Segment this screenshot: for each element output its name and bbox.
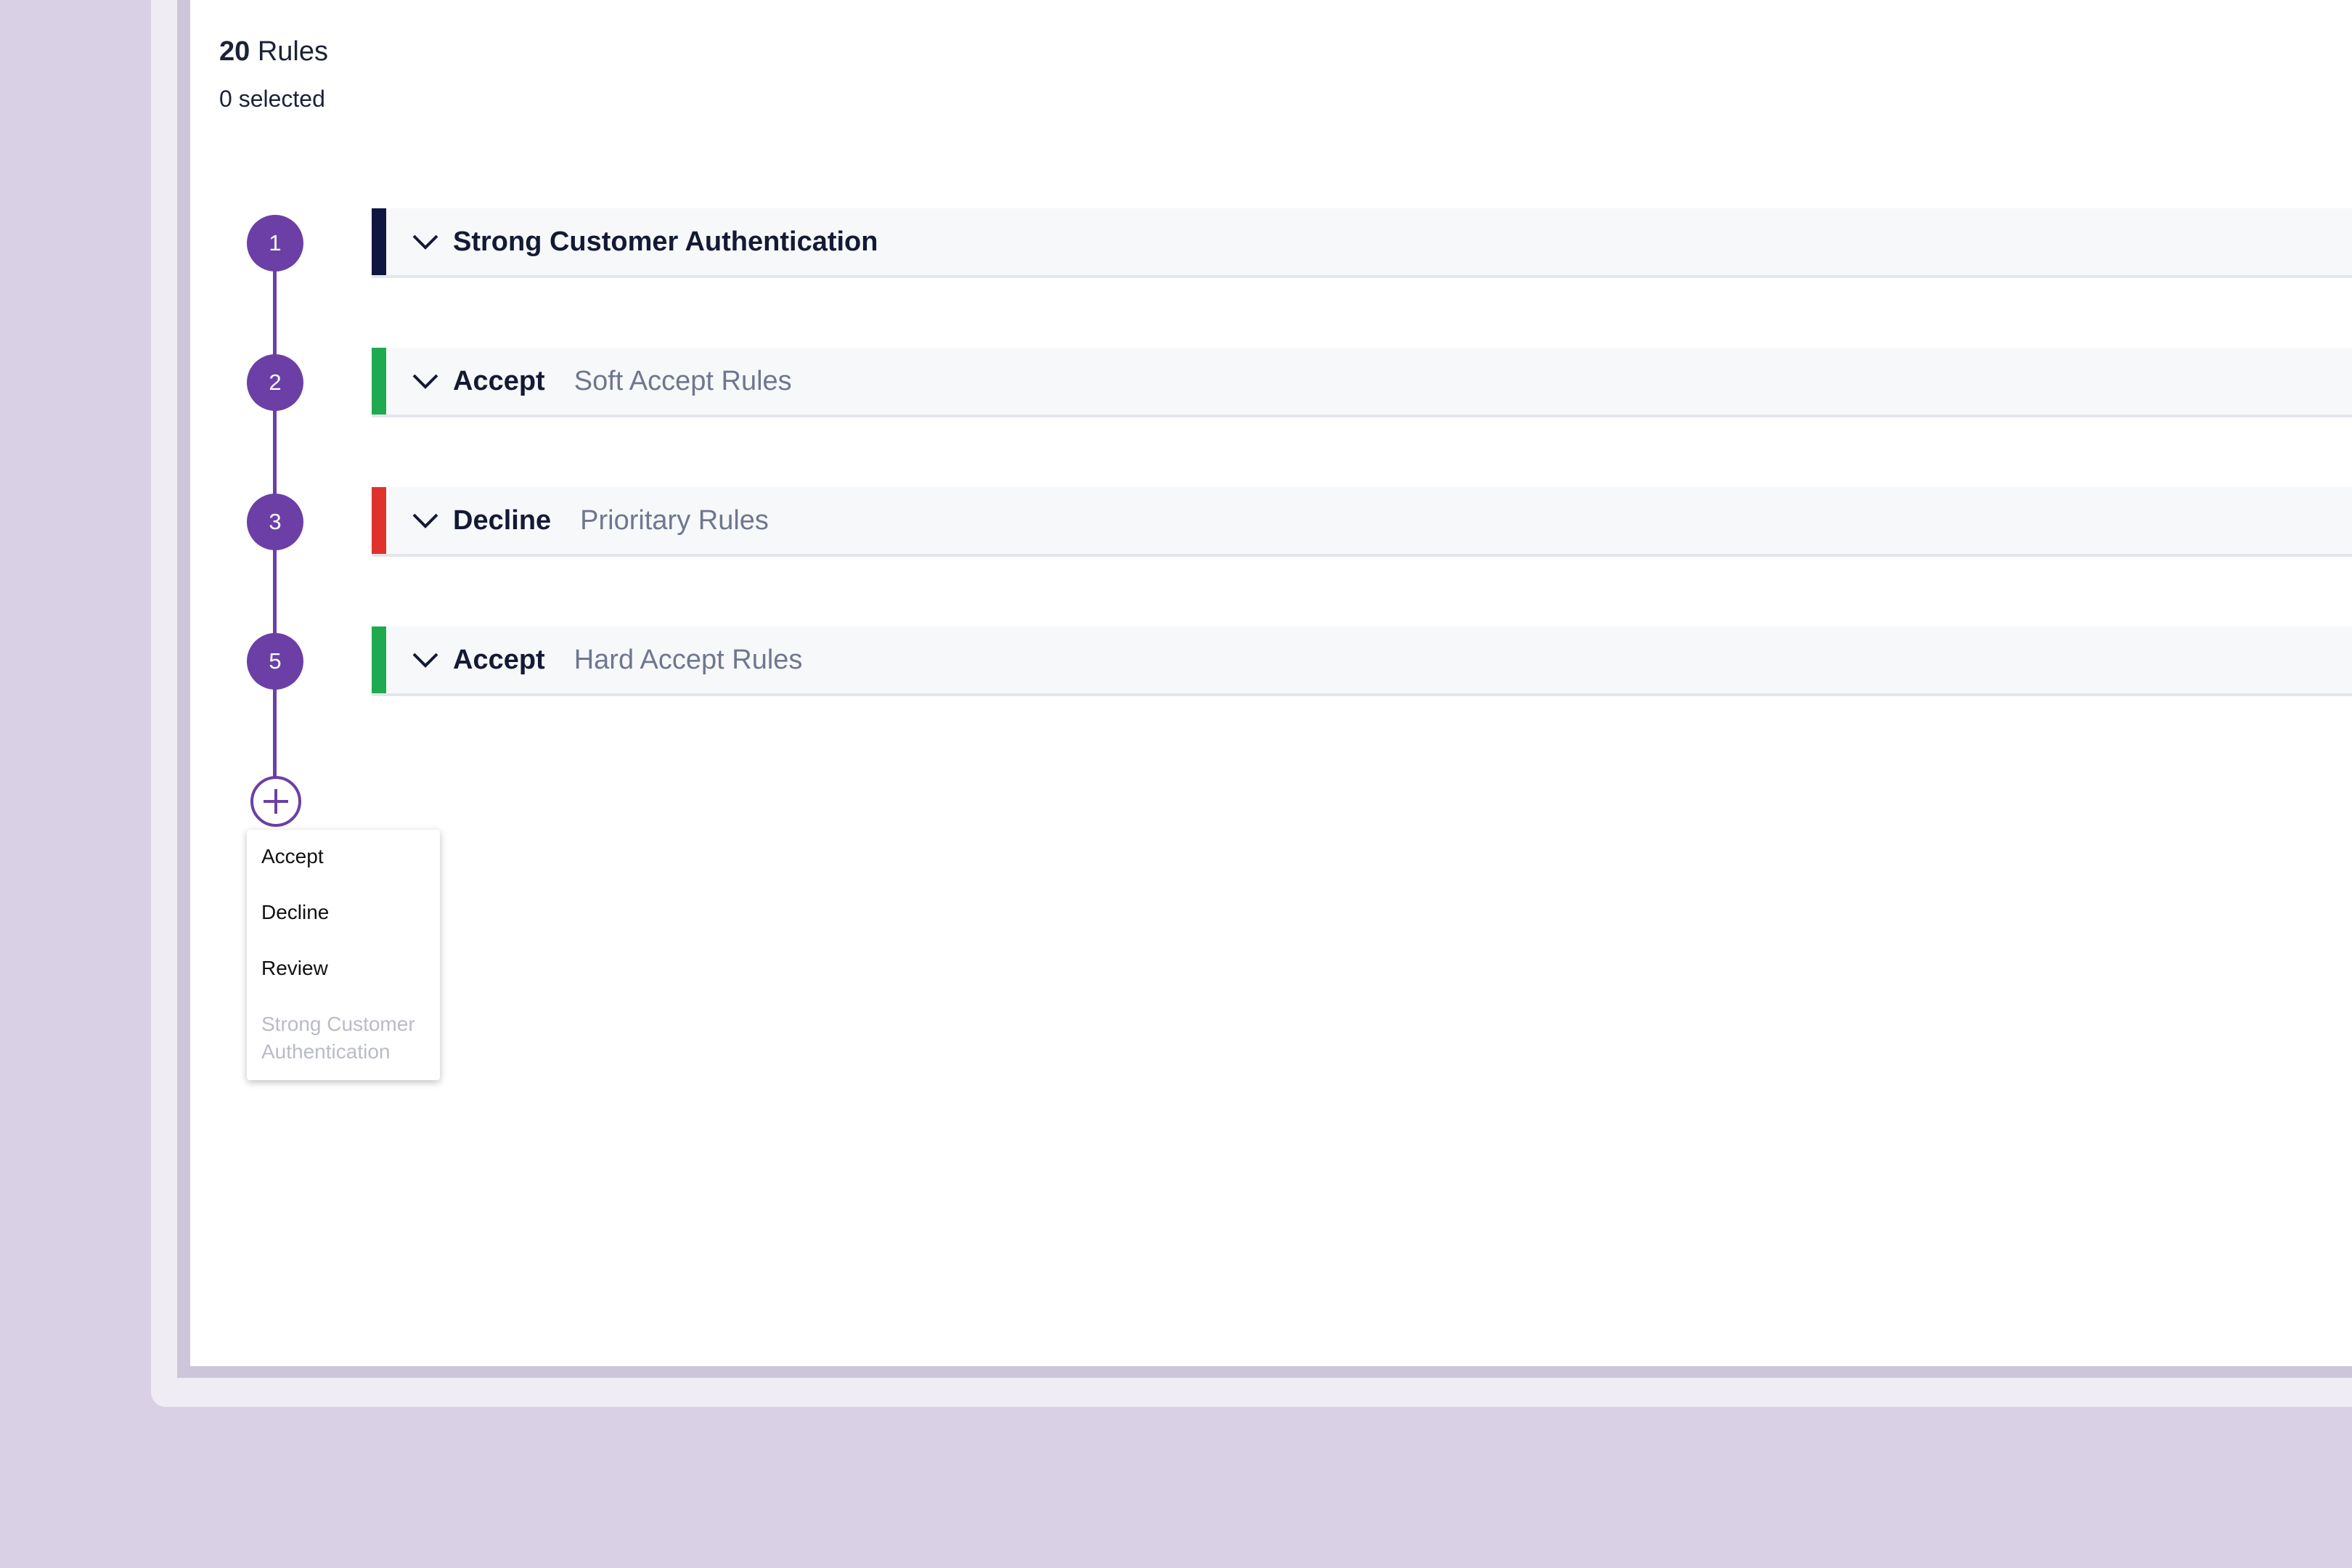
menu-item-strong-customer-authentication: Strong Customer Authentication — [261, 1013, 415, 1063]
rule-subtitle: Soft Accept Rules — [573, 365, 792, 396]
chevron-down-icon[interactable] — [411, 367, 440, 396]
rules-count-number: 20 — [219, 36, 250, 67]
rule-row-soft-accept[interactable]: Accept Soft Accept Rules — [372, 348, 2352, 417]
rules-count-label: Rules — [257, 36, 328, 67]
rule-title: Accept — [453, 644, 545, 675]
rule-subtitle: Prioritary Rules — [580, 505, 769, 536]
rule-subtitle: Hard Accept Rules — [573, 644, 803, 675]
chevron-down-icon[interactable] — [411, 506, 440, 535]
rule-color-bar — [372, 487, 386, 554]
rule-title: Strong Customer Authentication — [453, 226, 878, 257]
add-rule-button[interactable] — [250, 776, 301, 827]
menu-item-review[interactable]: Review — [247, 955, 440, 1010]
rule-color-bar — [372, 348, 386, 415]
menu-item-accept[interactable]: Accept — [247, 843, 440, 899]
rules-count: 20 Rules — [219, 36, 328, 68]
step-badge-5: 5 — [247, 633, 303, 690]
chevron-down-icon[interactable] — [411, 645, 440, 674]
rule-color-bar — [372, 208, 386, 275]
rule-row-sca[interactable]: Strong Customer Authentication — [372, 208, 2352, 278]
rule-row-hard-accept[interactable]: Accept Hard Accept Rules — [372, 626, 2352, 696]
step-badge-1: 1 — [247, 215, 303, 271]
chevron-down-icon[interactable] — [411, 227, 440, 256]
selected-count: 0 selected — [219, 86, 325, 112]
rule-color-bar — [372, 626, 386, 693]
step-badge-3: 3 — [247, 494, 303, 550]
menu-item-decline[interactable]: Decline — [247, 899, 440, 955]
add-rule-menu: Accept Decline Review Strong Customer Au… — [247, 830, 440, 1080]
step-badge-2: 2 — [247, 354, 303, 411]
rule-title: Decline — [453, 505, 552, 536]
plus-icon — [264, 789, 288, 814]
rule-title: Accept — [453, 365, 545, 396]
rule-row-prioritary-decline[interactable]: Decline Prioritary Rules — [372, 487, 2352, 557]
